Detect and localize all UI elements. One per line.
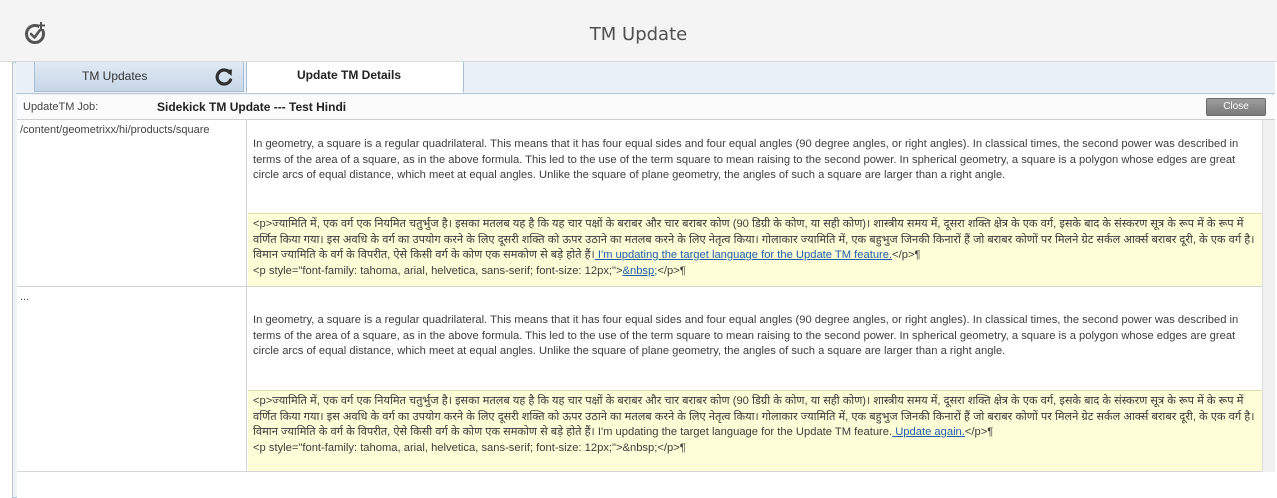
content-path: /content/geometrixx/hi/products/square (17, 120, 247, 286)
style-suffix: </p>¶ (657, 264, 686, 277)
window-title: TM Update (589, 24, 688, 45)
target-text: <p>ज्यामिति में, एक वर्ग एक नियमित चतुर्… (253, 395, 1255, 438)
style-link[interactable]: &nbsp; (623, 265, 658, 277)
tab-bar: TM Updates Update TM Details (16, 62, 1275, 94)
target-link[interactable]: Update again. (892, 426, 965, 438)
source-text: In geometry, a square is a regular quadr… (253, 314, 1239, 357)
refresh-icon[interactable] (213, 66, 235, 88)
style-prefix: <p style="font-family: tahoma, arial, he… (253, 264, 623, 277)
update-row: ... In geometry, a square is a regular q… (17, 287, 1275, 472)
row-scrollbar[interactable] (1262, 120, 1275, 287)
source-text: In geometry, a square is a regular quadr… (253, 138, 1239, 181)
job-label: UpdateTM Job: (23, 101, 99, 113)
target-close-tag: </p>¶ (892, 249, 921, 261)
job-bar: UpdateTM Job: Sidekick TM Update --- Tes… (17, 95, 1275, 120)
tab-tm-updates[interactable]: TM Updates (34, 62, 244, 92)
style-text: <p style="font-family: tahoma, arial, he… (253, 441, 686, 454)
tab-update-tm-details[interactable]: Update TM Details (246, 62, 464, 93)
target-text-box: <p>ज्यामिति में, एक वर्ग एक नियमित चतुर्… (248, 390, 1262, 471)
tab-tm-updates-label: TM Updates (82, 69, 148, 83)
target-close-tag: </p>¶ (964, 426, 994, 438)
empty-row (17, 472, 1275, 498)
target-link[interactable]: I'm updating the target language for the… (595, 249, 892, 261)
tab-update-tm-details-label: Update TM Details (297, 68, 402, 82)
close-button[interactable]: Close (1206, 98, 1266, 116)
title-bar: TM Update (0, 0, 1277, 62)
details-panel: UpdateTM Job: Sidekick TM Update --- Tes… (17, 95, 1275, 498)
content-path: ... (17, 287, 247, 471)
update-row: /content/geometrixx/hi/products/square I… (17, 120, 1275, 287)
target-text-box: <p>ज्यामिति में, एक वर्ग एक नियमित चतुर्… (248, 213, 1262, 286)
job-name: Sidekick TM Update --- Test Hindi (157, 100, 347, 114)
row-scrollbar[interactable] (1262, 287, 1275, 472)
